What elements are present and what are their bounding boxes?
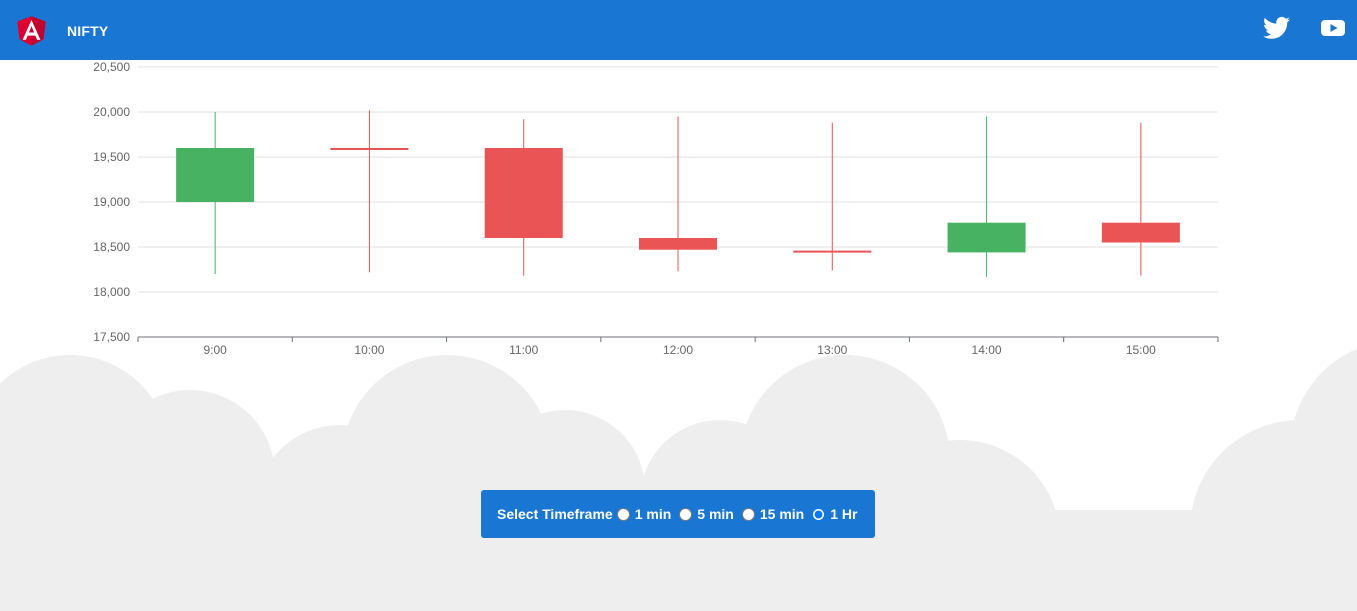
y-tick-label: 19,000	[93, 195, 130, 209]
angular-logo-icon[interactable]	[16, 14, 47, 47]
timeframe-radio-15min[interactable]	[741, 507, 755, 521]
y-tick-label: 17,500	[93, 330, 130, 344]
timeframe-option-5min[interactable]: 5 min	[679, 506, 734, 522]
timeframe-radio-1min[interactable]	[616, 507, 630, 521]
y-tick-label: 20,500	[93, 60, 130, 74]
x-tick-label: 11:00	[509, 343, 538, 357]
candle-body	[947, 222, 1026, 253]
candle-body	[330, 148, 409, 150]
x-tick-label: 15:00	[1126, 343, 1156, 357]
timeframe-label: Select Timeframe	[497, 506, 613, 522]
timeframe-radio-1hr[interactable]	[812, 507, 826, 521]
x-axis: 9:00 10:00 11:00 12:00 13:00 14:00 15:00	[137, 336, 1219, 357]
y-axis-ticks: 17,500 18,000 18,500 19,000 19,500 20,000 20,5…	[93, 60, 130, 344]
x-tick-label: 13:00	[817, 343, 847, 357]
candle-body	[793, 250, 872, 253]
timeframe-option-label: 5 min	[697, 506, 734, 522]
candles	[176, 110, 1180, 277]
timeframe-selector: Select Timeframe 1 min 5 min 15 min 1 Hr	[481, 490, 875, 538]
y-tick-label: 18,000	[93, 285, 130, 299]
app-title: NIFTY	[67, 23, 109, 39]
candle-body	[1101, 222, 1180, 243]
timeframe-option-15min[interactable]: 15 min	[741, 506, 805, 522]
twitter-icon[interactable]	[1263, 16, 1290, 40]
cloud-background	[0, 348, 1357, 611]
x-tick-label: 10:00	[354, 343, 384, 357]
timeframe-option-label: 1 min	[634, 506, 672, 522]
timeframe-option-label: 1 Hr	[830, 506, 858, 522]
x-tick-label: 12:00	[663, 343, 693, 357]
candlestick-chart: 17,500 18,000 18,500 19,000 19,500 20,000 20,5…	[93, 60, 1219, 357]
y-tick-label: 18,500	[93, 240, 130, 254]
youtube-icon[interactable]	[1321, 18, 1345, 38]
y-tick-label: 20,000	[93, 105, 130, 119]
x-tick-label: 14:00	[972, 343, 1002, 357]
candle-body	[484, 148, 563, 238]
timeframe-option-1min[interactable]: 1 min	[616, 506, 672, 522]
timeframe-option-1hr[interactable]: 1 Hr	[812, 506, 857, 522]
timeframe-option-label: 15 min	[759, 506, 805, 522]
y-tick-label: 19,500	[93, 150, 130, 164]
timeframe-radio-5min[interactable]	[679, 507, 693, 521]
x-tick-label: 9:00	[203, 343, 227, 357]
candle-body	[176, 148, 255, 202]
top-navbar: NIFTY	[0, 0, 1357, 60]
candle-body	[639, 238, 717, 250]
